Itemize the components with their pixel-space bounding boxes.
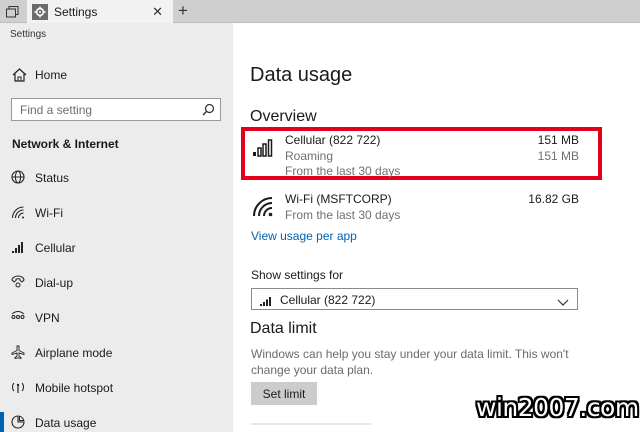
- hotspot-icon: [11, 380, 25, 394]
- connection-period: From the last 30 days: [285, 208, 401, 222]
- gear-icon: [32, 3, 48, 20]
- divider: [251, 423, 371, 425]
- sidebar-item-label: Status: [35, 171, 70, 185]
- sidebar: Settings Home Network & Internet Status …: [0, 23, 233, 432]
- sidebar-item-label: VPN: [35, 311, 60, 325]
- sidebar-item-label: Mobile hotspot: [35, 381, 114, 395]
- connection-usage: 16.82 GB: [528, 192, 579, 206]
- show-settings-dropdown[interactable]: Cellular (822 722): [251, 288, 578, 310]
- cellular-icon: [260, 294, 273, 312]
- selection-indicator: [0, 412, 4, 432]
- search-box[interactable]: [11, 98, 221, 121]
- title-bar: Settings ✕ +: [0, 0, 640, 23]
- search-icon[interactable]: [202, 103, 215, 121]
- globe-icon: [11, 170, 25, 184]
- sidebar-item-data-usage[interactable]: Data usage: [0, 411, 233, 432]
- connection-period: From the last 30 days: [285, 164, 401, 178]
- connection-status: Roaming: [285, 149, 334, 163]
- view-usage-per-app-link[interactable]: View usage per app: [251, 229, 357, 243]
- sidebar-item-label: Wi-Fi: [35, 206, 63, 220]
- cellular-signal-icon: [252, 138, 276, 163]
- sidebar-item-mobile-hotspot[interactable]: Mobile hotspot: [0, 376, 233, 400]
- sidebar-item-vpn[interactable]: VPN: [0, 306, 233, 330]
- sidebar-item-dialup[interactable]: Dial-up: [0, 271, 233, 295]
- search-input[interactable]: [12, 99, 192, 120]
- main-content: Data usage Overview Cellular (822 722) 1…: [233, 23, 640, 432]
- wifi-signal-icon: [252, 196, 274, 223]
- tab-title: Settings: [54, 4, 98, 19]
- connection-name: Wi-Fi (MSFTCORP): [285, 192, 392, 206]
- page-title: Data usage: [250, 64, 353, 86]
- sidebar-item-label: Dial-up: [35, 276, 74, 290]
- overview-heading: Overview: [250, 108, 317, 125]
- data-limit-heading: Data limit: [250, 320, 317, 337]
- sidebar-item-wifi[interactable]: Wi-Fi: [0, 201, 233, 225]
- settings-tab[interactable]: Settings ✕: [27, 0, 173, 23]
- app-title: Settings: [10, 29, 47, 40]
- connection-name: Cellular (822 722): [285, 133, 381, 147]
- sidebar-item-status[interactable]: Status: [0, 166, 233, 190]
- usage-row-cellular[interactable]: Cellular (822 722) 151 MB Roaming 151 MB…: [249, 133, 579, 178]
- connection-usage: 151 MB: [537, 133, 579, 147]
- usage-row-wifi[interactable]: Wi-Fi (MSFTCORP) 16.82 GB From the last …: [249, 192, 579, 222]
- nav-home-label: Home: [35, 68, 68, 82]
- new-tab-button[interactable]: +: [178, 1, 188, 21]
- show-settings-label: Show settings for: [251, 268, 344, 282]
- home-icon: [12, 68, 27, 87]
- wifi-icon: [11, 205, 25, 219]
- sidebar-item-airplane[interactable]: Airplane mode: [0, 341, 233, 365]
- dialup-icon: [11, 275, 25, 289]
- sidebar-item-cellular[interactable]: Cellular: [0, 236, 233, 260]
- data-limit-description: Windows can help you stay under your dat…: [251, 347, 569, 377]
- chevron-down-icon: [557, 294, 569, 312]
- sidebar-item-label: Data usage: [35, 416, 97, 430]
- sidebar-item-label: Airplane mode: [35, 346, 113, 360]
- dropdown-value: Cellular (822 722): [280, 293, 376, 307]
- tab-switcher-icon[interactable]: [4, 4, 20, 19]
- sidebar-item-label: Cellular: [35, 241, 76, 255]
- connection-status-usage: 151 MB: [537, 149, 579, 163]
- close-tab-icon[interactable]: ✕: [152, 4, 163, 20]
- nav-home[interactable]: Home: [0, 65, 233, 85]
- watermark: win2007.com: [476, 393, 639, 422]
- set-limit-button[interactable]: Set limit: [251, 382, 317, 405]
- data-usage-icon: [11, 415, 25, 429]
- airplane-icon: [11, 345, 25, 360]
- cellular-icon: [11, 240, 25, 254]
- vpn-icon: [11, 310, 25, 324]
- section-title: Network & Internet: [12, 137, 119, 151]
